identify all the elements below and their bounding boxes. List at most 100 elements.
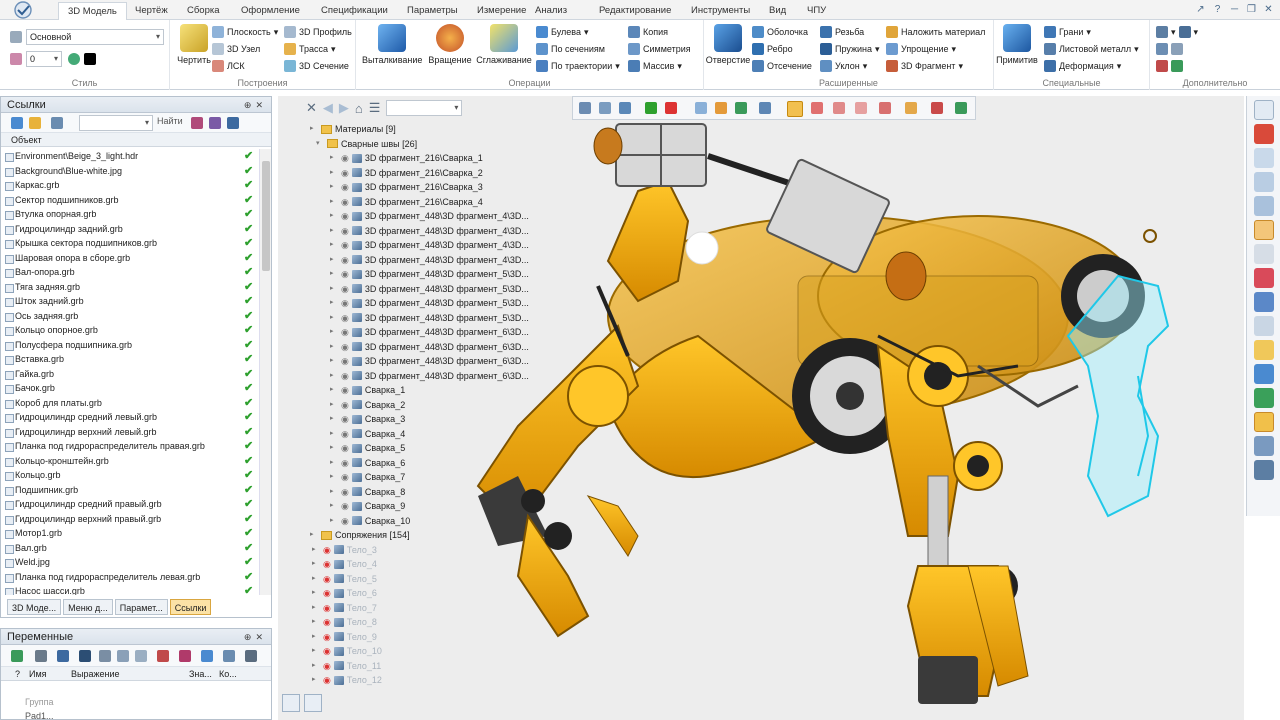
hole-button[interactable]: Отверстие bbox=[704, 22, 752, 65]
pin-icon[interactable]: ⊕ bbox=[244, 100, 256, 110]
tree-body-item[interactable]: ▸ ◉ Тело_12 bbox=[312, 673, 382, 688]
export-icon[interactable] bbox=[1253, 412, 1274, 432]
list-item[interactable]: Бачок.grb ✔ bbox=[1, 381, 259, 396]
expand-arrow-icon[interactable]: ▸ bbox=[330, 412, 338, 427]
more-var-icon[interactable] bbox=[245, 650, 257, 662]
grid-tool-icon[interactable] bbox=[1253, 316, 1274, 336]
extra-tool-3[interactable] bbox=[1156, 58, 1183, 74]
tree-weld-item[interactable]: ▸ ◉ Сварка_1 bbox=[330, 383, 405, 398]
tab-assembly[interactable]: Сборка bbox=[178, 2, 229, 20]
filter-funnel-icon[interactable] bbox=[579, 102, 591, 114]
visibility-eye-icon[interactable]: ◉ bbox=[341, 412, 349, 427]
tree-weld-item[interactable]: ▸ ◉ 3D фрагмент_448\3D фрагмент_5\3D... bbox=[330, 282, 529, 297]
panel-close-icon[interactable]: ✕ bbox=[255, 100, 267, 110]
cancel-icon[interactable] bbox=[665, 102, 677, 114]
expand-arrow-icon[interactable]: ▸ bbox=[330, 224, 338, 239]
list-item[interactable]: Планка под гидрораспределитель левая.grb… bbox=[1, 570, 259, 585]
print-icon[interactable] bbox=[35, 650, 47, 662]
col-expression[interactable]: Выражение bbox=[71, 667, 120, 681]
magnet-icon[interactable] bbox=[1253, 124, 1274, 144]
panel-tab-links[interactable]: Ссылки bbox=[169, 599, 212, 615]
tree-weld-item[interactable]: ▸ ◉ Сварка_5 bbox=[330, 441, 405, 456]
tree-welds[interactable]: ▾ Сварные швы [26] bbox=[316, 137, 417, 152]
list-item[interactable]: Подшипник.grb ✔ bbox=[1, 483, 259, 498]
expand-arrow-icon[interactable]: ▸ bbox=[330, 180, 338, 195]
paste-var-icon[interactable] bbox=[135, 650, 147, 662]
visibility-eye-icon[interactable]: ◉ bbox=[323, 601, 331, 616]
list-item[interactable]: Гидроцилиндр средний правый.grb ✔ bbox=[1, 497, 259, 512]
expand-arrow-icon[interactable]: ▸ bbox=[330, 325, 338, 340]
cube-blue-icon[interactable] bbox=[1253, 364, 1274, 384]
by-path-button[interactable]: По траектории ▾ bbox=[536, 58, 620, 74]
tab-parameters[interactable]: Параметры bbox=[398, 2, 467, 20]
visibility-eye-icon[interactable]: ◉ bbox=[341, 369, 349, 384]
add-var-icon[interactable] bbox=[11, 650, 23, 662]
cube-red-3-icon[interactable] bbox=[855, 102, 867, 114]
list-item[interactable]: Тяга задняя.grb ✔ bbox=[1, 280, 259, 295]
list-item[interactable]: Каркас.grb ✔ bbox=[1, 178, 259, 193]
cube-check-icon[interactable] bbox=[955, 102, 967, 114]
help-icon[interactable]: ? bbox=[1210, 2, 1225, 17]
copy-var-icon[interactable] bbox=[117, 650, 129, 662]
app-logo-icon[interactable] bbox=[6, 0, 40, 20]
list-item[interactable]: Втулка опорная.grb ✔ bbox=[1, 207, 259, 222]
by-sections-button[interactable]: По сечениям bbox=[536, 41, 605, 57]
expand-arrow-icon[interactable]: ▸ bbox=[330, 369, 338, 384]
visibility-eye-icon[interactable]: ◉ bbox=[341, 325, 349, 340]
visibility-eye-icon[interactable]: ◉ bbox=[341, 267, 349, 282]
visibility-eye-icon[interactable]: ◉ bbox=[341, 340, 349, 355]
path-button[interactable]: Трасса ▾ bbox=[284, 41, 336, 57]
list-item[interactable]: Вал-опора.grb ✔ bbox=[1, 265, 259, 280]
expand-arrow-icon[interactable]: ▸ bbox=[310, 528, 318, 543]
thread-button[interactable]: Резьба bbox=[820, 24, 864, 40]
tree-weld-item[interactable]: ▸ ◉ Сварка_4 bbox=[330, 427, 405, 442]
list-item[interactable]: Ось задняя.grb ✔ bbox=[1, 309, 259, 324]
settings-var-icon[interactable] bbox=[223, 650, 235, 662]
check-blue-icon[interactable] bbox=[1253, 292, 1274, 312]
binoculars-icon[interactable] bbox=[79, 650, 91, 662]
layout-single-icon[interactable] bbox=[304, 694, 322, 712]
panel-tab-parameters[interactable]: Парамет... bbox=[114, 599, 168, 615]
expand-arrow-icon[interactable]: ▸ bbox=[330, 398, 338, 413]
unlink-icon[interactable] bbox=[209, 117, 221, 129]
visibility-eye-icon[interactable]: ◉ bbox=[341, 441, 349, 456]
panel-close-icon[interactable]: ✕ bbox=[255, 632, 267, 642]
expand-arrow-icon[interactable]: ▸ bbox=[330, 209, 338, 224]
list-item[interactable]: Гайка.grb ✔ bbox=[1, 367, 259, 382]
expand-arrow-icon[interactable]: ▸ bbox=[330, 456, 338, 471]
visibility-eye-icon[interactable]: ◉ bbox=[341, 224, 349, 239]
col-value[interactable]: Зна... bbox=[189, 667, 212, 681]
dimension-icon[interactable] bbox=[1253, 244, 1274, 264]
profile3d-button[interactable]: 3D Профиль bbox=[284, 24, 352, 40]
extra-tool-2[interactable] bbox=[1156, 41, 1183, 57]
tree-weld-item[interactable]: ▸ ◉ 3D фрагмент_448\3D фрагмент_6\3D... bbox=[330, 340, 529, 355]
tree-weld-item[interactable]: ▸ ◉ 3D фрагмент_448\3D фрагмент_6\3D... bbox=[330, 354, 529, 369]
apply-material-button[interactable]: Наложить материал bbox=[886, 24, 985, 40]
tree-body-item[interactable]: ▸ ◉ Тело_11 bbox=[312, 659, 381, 674]
list-item[interactable]: Гидроцилиндр верхний правый.grb ✔ bbox=[1, 512, 259, 527]
list-item[interactable]: Environment\Beige_3_light.hdr ✔ bbox=[1, 149, 259, 164]
tree-weld-item[interactable]: ▸ ◉ 3D фрагмент_448\3D фрагмент_5\3D... bbox=[330, 267, 529, 282]
col-comment[interactable]: Ко... bbox=[219, 667, 237, 681]
tree-body-item[interactable]: ▸ ◉ Тело_10 bbox=[312, 644, 382, 659]
expand-arrow-icon[interactable]: ▸ bbox=[330, 238, 338, 253]
extra-tool-1[interactable]: ▾ ▾ bbox=[1156, 24, 1198, 40]
expand-arrow-icon[interactable]: ▸ bbox=[312, 615, 320, 630]
visibility-eye-icon[interactable]: ◉ bbox=[341, 238, 349, 253]
visibility-eye-icon[interactable]: ◉ bbox=[341, 296, 349, 311]
tree-body-item[interactable]: ▸ ◉ Тело_3 bbox=[312, 543, 377, 558]
scroll-thumb[interactable] bbox=[262, 161, 270, 271]
visibility-eye-icon[interactable]: ◉ bbox=[341, 514, 349, 529]
pin-icon[interactable]: ⊕ bbox=[244, 632, 256, 642]
visibility-eye-icon[interactable]: ◉ bbox=[323, 659, 331, 674]
sketch-button[interactable]: Чертить bbox=[170, 22, 218, 65]
check-red-icon[interactable] bbox=[1253, 268, 1274, 288]
find-button[interactable]: Найти bbox=[157, 116, 183, 126]
visibility-eye-icon[interactable]: ◉ bbox=[341, 383, 349, 398]
list-item[interactable]: Кольцо-кронштейн.grb ✔ bbox=[1, 454, 259, 469]
list-item[interactable]: Кольцо.grb ✔ bbox=[1, 468, 259, 483]
tree-filter-select[interactable] bbox=[386, 100, 463, 116]
group-var-icon[interactable] bbox=[179, 650, 191, 662]
cube-red-1-icon[interactable] bbox=[811, 102, 823, 114]
cube-select-icon[interactable] bbox=[787, 101, 803, 117]
